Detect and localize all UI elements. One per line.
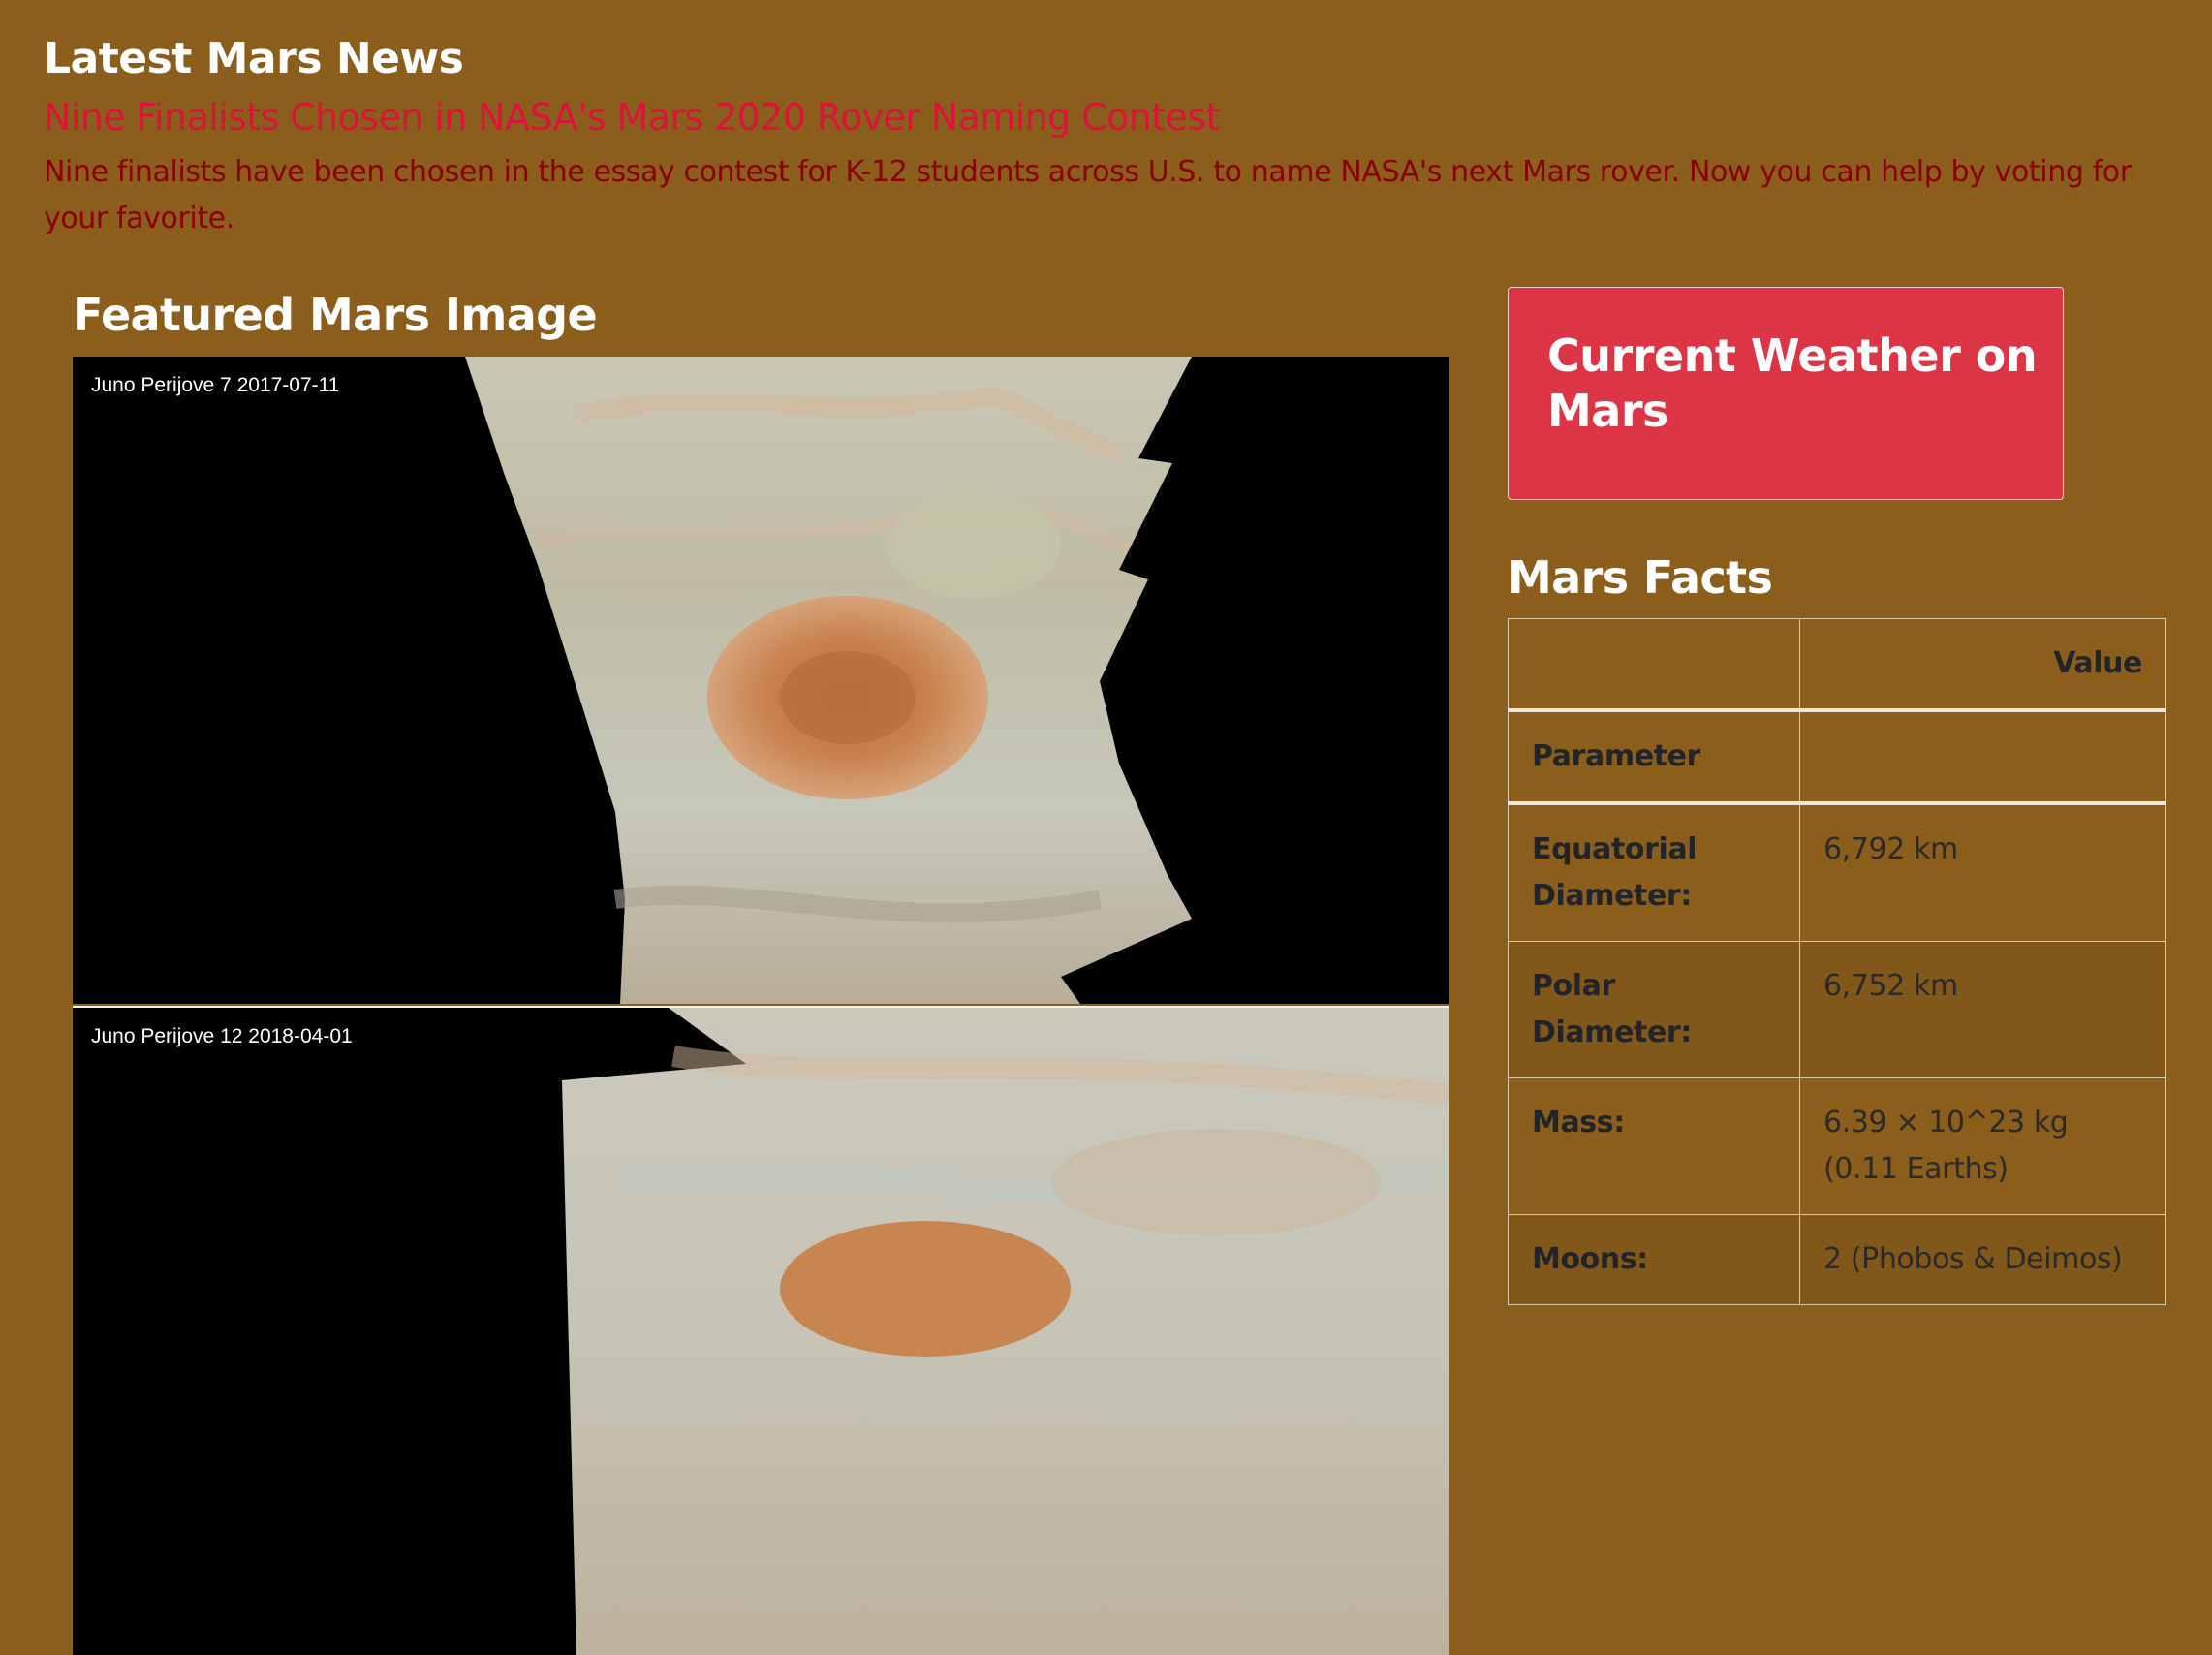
table-row: Moons: 2 (Phobos & Deimos) — [1508, 1214, 2166, 1305]
latest-news-section: Latest Mars News Nine Finalists Chosen i… — [44, 29, 2175, 242]
fact-value: 6.39 × 10^23 kg (0.11 Earths) — [1799, 1077, 2166, 1215]
weather-panel: Current Weather on Mars — [1508, 287, 2064, 500]
table-row: Polar Diameter: 6,752 km — [1508, 941, 2166, 1078]
fact-parameter: Mass: — [1508, 1077, 1800, 1215]
table-row: Mass: 6.39 × 10^23 kg (0.11 Earths) — [1508, 1077, 2166, 1215]
fact-value: 6,752 km — [1799, 941, 2166, 1078]
news-teaser: Nine finalists have been chosen in the e… — [44, 155, 2132, 235]
featured-image-section: Featured Mars Image Juno Perijove 7 2017… — [73, 281, 1449, 1655]
fact-parameter: Moons: — [1508, 1214, 1800, 1305]
fact-parameter: Polar Diameter: — [1508, 941, 1800, 1078]
fact-parameter: Equatorial Diameter: — [1508, 802, 1800, 942]
featured-image-1[interactable]: Juno Perijove 7 2017-07-11 — [73, 357, 1449, 1004]
featured-image-2[interactable]: Juno Perijove 12 2018-04-01 — [73, 1006, 1449, 1655]
table-index-label: Parameter — [1508, 709, 1800, 805]
image-caption: Juno Perijove 12 2018-04-01 — [91, 1025, 353, 1047]
fact-value: 2 (Phobos & Deimos) — [1799, 1214, 2166, 1305]
fact-value: 6,792 km — [1799, 802, 2166, 942]
mars-facts-title: Mars Facts — [1508, 551, 1773, 604]
latest-news-title: Latest Mars News — [44, 34, 464, 83]
table-index-empty — [1799, 709, 2166, 805]
mars-facts-section: Mars Facts Value Parameter Equatorial Di… — [1508, 545, 2166, 1305]
news-headline[interactable]: Nine Finalists Chosen in NASA's Mars 202… — [44, 89, 2175, 145]
table-row: Equatorial Diameter: 6,792 km — [1508, 802, 2166, 942]
mars-facts-table: Value Parameter Equatorial Diameter: 6,7… — [1508, 618, 2166, 1305]
jupiter-mosaic-image — [465, 357, 1192, 1004]
table-header-cell-empty — [1508, 618, 1800, 712]
weather-title: Current Weather on Mars — [1547, 329, 2038, 437]
featured-image-title: Featured Mars Image — [73, 289, 598, 341]
table-header-row: Value — [1508, 618, 2166, 712]
jupiter-mosaic-image-2 — [562, 1008, 1449, 1655]
table-header-value: Value — [1799, 618, 2166, 712]
image-caption: Juno Perijove 7 2017-07-11 — [91, 374, 340, 396]
table-index-row: Parameter — [1508, 709, 2166, 805]
